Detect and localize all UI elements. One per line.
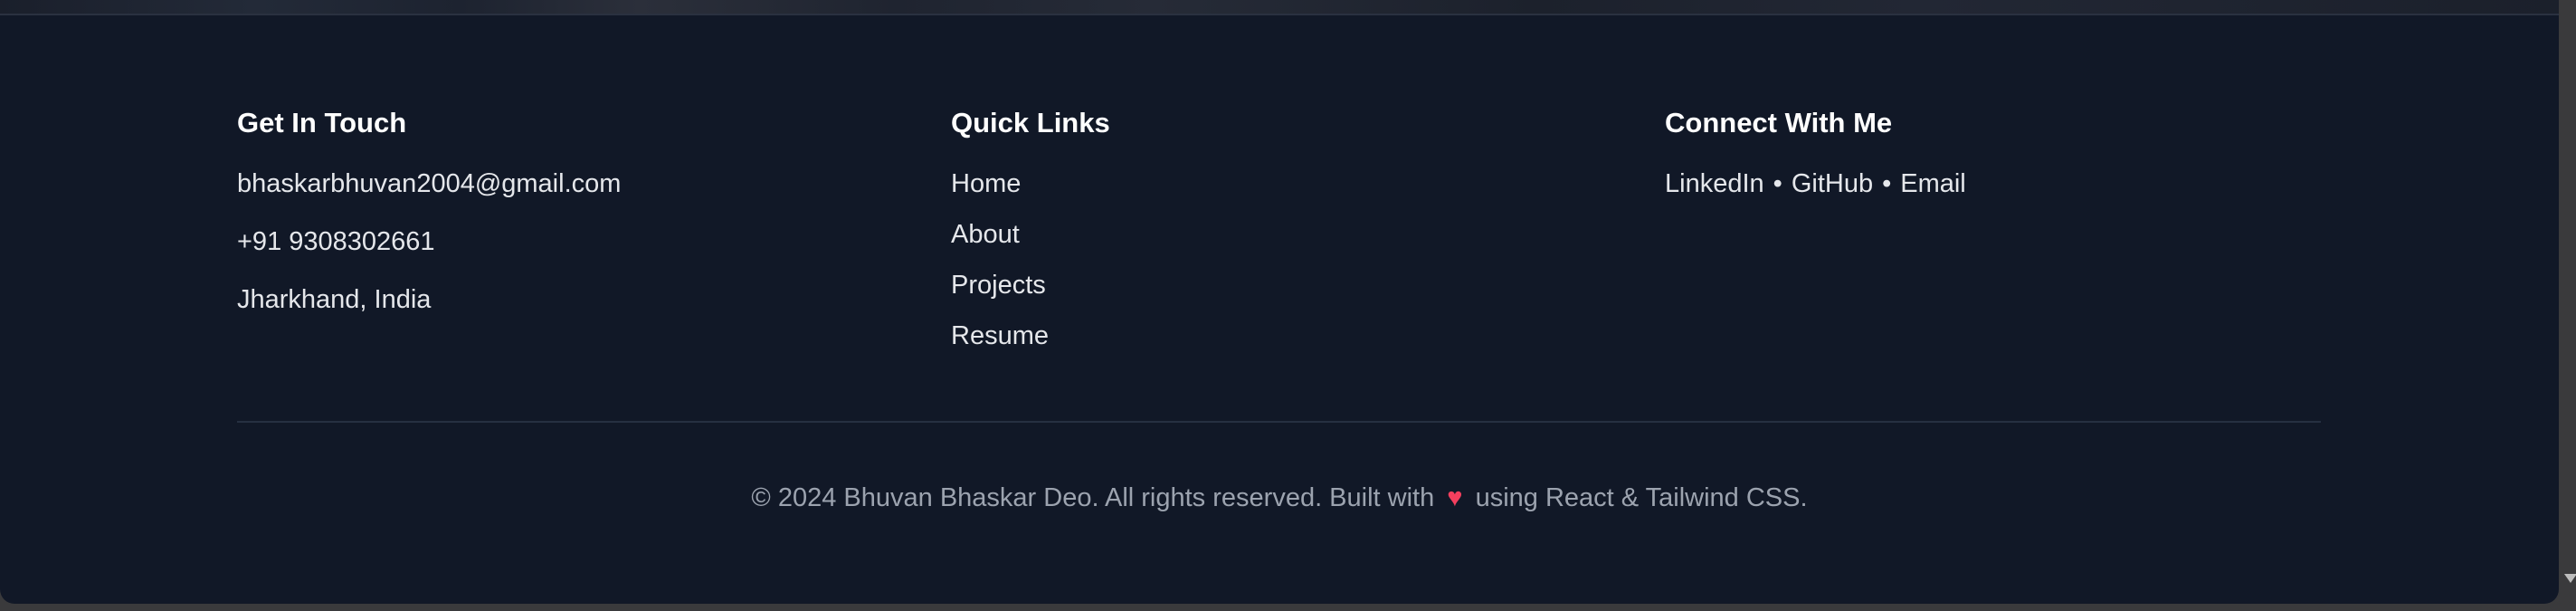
footer-divider xyxy=(237,421,2321,423)
page-viewport: Get In Touch bhaskarbhuvan2004@gmail.com… xyxy=(0,0,2559,604)
copyright-line: © 2024 Bhuvan Bhaskar Deo. All rights re… xyxy=(0,480,2559,516)
social-links: LinkedIn • GitHub • Email xyxy=(1665,167,1966,201)
contact-email: bhaskarbhuvan2004@gmail.com xyxy=(237,169,622,198)
quick-link-resume[interactable]: Resume xyxy=(951,319,1110,353)
quick-link-home[interactable]: Home xyxy=(951,167,1110,201)
contact-phone: +91 9308302661 xyxy=(237,227,435,256)
quick-link-projects[interactable]: Projects xyxy=(951,268,1110,302)
linkedin-link[interactable]: LinkedIn xyxy=(1665,169,1764,198)
hero-section-bottom-edge xyxy=(0,0,2559,15)
github-link[interactable]: GitHub xyxy=(1792,169,1873,198)
copyright-tech-text: using React & Tailwind CSS. xyxy=(1475,483,1808,512)
separator-dot: • xyxy=(1882,169,1892,198)
contact-column: Get In Touch bhaskarbhuvan2004@gmail.com… xyxy=(237,101,621,340)
separator-dot: • xyxy=(1773,169,1782,198)
copyright-text: © 2024 Bhuvan Bhaskar Deo. All rights re… xyxy=(751,483,1435,512)
quick-links-column: Quick Links Home About Projects Resume xyxy=(951,101,1110,369)
contact-heading: Get In Touch xyxy=(237,107,407,138)
quick-link-about[interactable]: About xyxy=(951,217,1110,252)
contact-location: Jharkhand, India xyxy=(237,285,432,314)
heart-icon: ♥ xyxy=(1447,483,1463,512)
scroll-down-arrow-icon[interactable] xyxy=(2564,574,2576,583)
connect-heading: Connect With Me xyxy=(1665,107,1893,138)
footer-columns: Get In Touch bhaskarbhuvan2004@gmail.com… xyxy=(237,101,2321,382)
email-link[interactable]: Email xyxy=(1900,169,1966,198)
quick-links-heading: Quick Links xyxy=(951,107,1110,138)
connect-column: Connect With Me LinkedIn • GitHub • Email xyxy=(1665,101,1966,201)
window-scrollbar[interactable] xyxy=(2562,0,2576,611)
